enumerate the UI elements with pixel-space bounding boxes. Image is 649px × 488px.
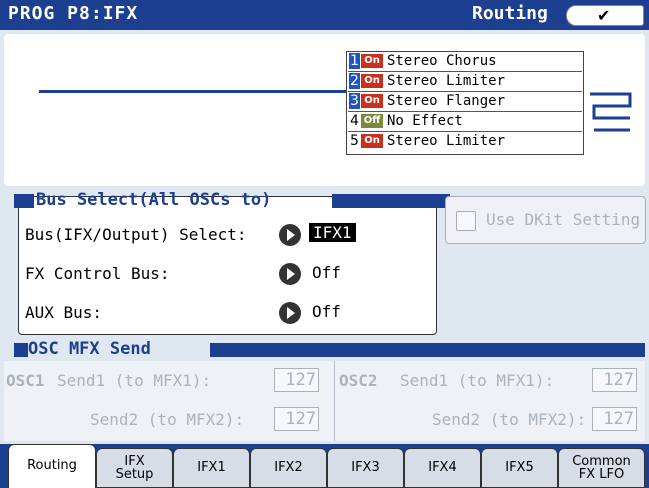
tab-label: IFX2: [274, 460, 303, 475]
fx-control-bus-label: FX Control Bus:: [25, 264, 170, 283]
tab-ifx4[interactable]: IFX4: [404, 448, 481, 488]
ifx-on-badge: On: [361, 74, 383, 88]
ifx-on-badge: On: [361, 54, 383, 68]
tab-ifx5[interactable]: IFX5: [481, 448, 558, 488]
tab-label: IFX4: [428, 460, 457, 475]
ifx-slot-number: 5: [350, 133, 359, 149]
ifx-name: Stereo Limiter: [387, 133, 506, 149]
osc1-send2-label: Send2 (to MFX2):: [90, 410, 245, 429]
osc1-send1-label: Send1 (to MFX1):: [57, 371, 212, 390]
bus-select-value[interactable]: IFX1: [309, 223, 356, 242]
osc2-send2-label: Send2 (to MFX2):: [432, 410, 587, 429]
ifx-name: Stereo Flanger: [387, 93, 506, 109]
title-bar: PROG P8:IFX Routing ✔: [0, 0, 649, 30]
ifx-on-badge: On: [361, 94, 383, 108]
tab-ifx3[interactable]: IFX3: [327, 448, 404, 488]
osc-mfx-send-title: OSC MFX Send: [28, 339, 151, 359]
page-menu-button[interactable]: ✔: [566, 5, 644, 26]
tab-routing[interactable]: Routing: [8, 444, 96, 488]
osc-mfx-send-panel: OSC1 Send1 (to MFX1): 127 Send2 (to MFX2…: [4, 361, 645, 441]
tab-label-line2: FX LFO: [578, 467, 625, 482]
bus-select-label: Bus(IFX/Output) Select:: [25, 225, 247, 244]
bus-select-title: Bus Select(All OSCs to): [36, 190, 272, 210]
bus-select-panel: Bus(IFX/Output) Select: IFX1 FX Control …: [18, 196, 437, 335]
tab-ifx2[interactable]: IFX2: [250, 448, 327, 488]
fx-control-bus-popup-button[interactable]: [279, 263, 301, 285]
aux-bus-popup-button[interactable]: [279, 302, 301, 324]
use-dkit-label: Use DKit Setting: [486, 210, 641, 229]
page-title: PROG P8:IFX: [8, 3, 139, 24]
aux-bus-value[interactable]: Off: [312, 302, 341, 321]
routing-output-graphic: [590, 92, 632, 132]
ifx-on-badge: On: [361, 134, 383, 148]
ifx-name: Stereo Limiter: [387, 73, 506, 89]
routing-line: [39, 90, 359, 93]
ifx-row-2[interactable]: 2 On Stereo Limiter: [348, 72, 582, 92]
tab-label-line2: Setup: [115, 467, 154, 482]
osc2-send1-label: Send1 (to MFX1):: [400, 371, 555, 390]
ifx-name: Stereo Chorus: [387, 53, 497, 69]
section-bar: [210, 343, 645, 357]
divider: [334, 361, 335, 441]
aux-bus-label: AUX Bus:: [25, 303, 103, 322]
lcd-screen: PROG P8:IFX Routing ✔ 1 On Stereo Chorus…: [0, 0, 649, 488]
ifx-slot-number: 3: [349, 93, 360, 109]
osc1-send2-value[interactable]: 127: [274, 407, 319, 431]
tab-label: IFX: [124, 454, 145, 469]
section-bar: [332, 194, 450, 208]
ifx-off-badge: Off: [361, 114, 383, 128]
tab-common-fx-lfo[interactable]: Common FX LFO: [558, 448, 645, 488]
osc-mfx-send-header: OSC MFX Send: [4, 339, 645, 361]
ifx-row-4[interactable]: 4 Off No Effect: [348, 112, 582, 132]
osc1-send1-value[interactable]: 127: [274, 368, 319, 392]
tab-label: IFX3: [351, 460, 380, 475]
page-name: Routing: [472, 3, 548, 24]
ifx-row-1[interactable]: 1 On Stereo Chorus: [348, 52, 582, 72]
ifx-row-5[interactable]: 5 On Stereo Limiter: [348, 132, 582, 152]
page-tab-bar: Routing IFX Setup IFX1 IFX2 IFX3 IFX4 IF…: [0, 444, 649, 488]
section-marker: [14, 343, 28, 357]
tab-label: IFX5: [505, 460, 534, 475]
ifx-chain-list: 1 On Stereo Chorus 2 On Stereo Limiter 3…: [346, 51, 584, 155]
osc2-label: OSC2: [339, 371, 378, 390]
section-marker: [14, 194, 34, 208]
osc2-send2-value[interactable]: 127: [592, 407, 637, 431]
checkbox-icon: [456, 211, 476, 231]
ifx-slot-number: 1: [349, 53, 360, 69]
fx-control-bus-value[interactable]: Off: [312, 263, 341, 282]
ifx-name: No Effect: [387, 113, 463, 129]
ifx-slot-number: 2: [349, 73, 360, 89]
tab-ifx1[interactable]: IFX1: [173, 448, 250, 488]
tab-label: Common: [572, 454, 631, 469]
tab-label: IFX1: [197, 460, 226, 475]
bus-select-popup-button[interactable]: [279, 224, 301, 246]
tab-label: Routing: [27, 458, 77, 473]
osc2-send1-value[interactable]: 127: [592, 368, 637, 392]
chevron-down-icon: ✔: [597, 6, 611, 25]
use-dkit-setting-checkbox[interactable]: Use DKit Setting: [445, 196, 646, 244]
tab-ifx-setup[interactable]: IFX Setup: [96, 448, 173, 488]
ifx-row-3[interactable]: 3 On Stereo Flanger: [348, 92, 582, 112]
bus-select-header: Bus Select(All OSCs to): [14, 190, 450, 212]
ifx-slot-number: 4: [350, 113, 359, 129]
osc1-label: OSC1: [6, 371, 45, 390]
